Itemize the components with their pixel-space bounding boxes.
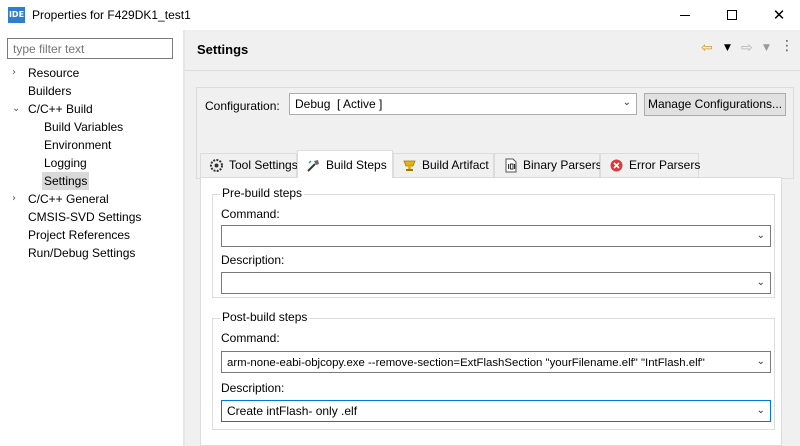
- forward-menu-icon[interactable]: ▼: [763, 43, 770, 53]
- tab-label: Error Parsers: [629, 158, 701, 172]
- tab-label: Build Steps: [326, 158, 387, 172]
- tree-item-label: C/C++ Build: [28, 102, 93, 116]
- tree-item-label: CMSIS-SVD Settings: [28, 210, 142, 224]
- tool-settings-icon: [210, 159, 223, 172]
- configuration-value: Debug [ Active ]: [295, 97, 383, 111]
- error-parsers-icon: [610, 159, 623, 172]
- tree-item-label: Build Variables: [44, 120, 124, 134]
- group-title: Pre-build steps: [220, 186, 305, 200]
- chevron-down-icon: ⌄: [622, 97, 631, 108]
- post-build-command-combo[interactable]: arm-none-eabi-objcopy.exe --remove-secti…: [221, 351, 771, 373]
- chevron-down-icon[interactable]: ⌄: [757, 405, 765, 416]
- page-header: Settings ⇦ ▼ ⇨ ▼ ⋮: [185, 30, 800, 70]
- build-artifact-icon: [403, 160, 416, 171]
- maximize-button[interactable]: [709, 0, 755, 30]
- group-title: Post-build steps: [220, 310, 310, 324]
- post-build-command-value: arm-none-eabi-objcopy.exe --remove-secti…: [227, 357, 705, 369]
- pre-build-command-combo[interactable]: ⌄: [221, 225, 771, 247]
- window-title: Properties for F429DK1_test1: [32, 8, 191, 22]
- navigation-pane: › Resource Builders ⌄ C/C++ Build Build …: [0, 30, 183, 446]
- binary-parsers-icon: [505, 158, 517, 173]
- app-icon: IDE: [8, 7, 25, 23]
- tab-label: Binary Parsers: [523, 158, 602, 172]
- pre-build-command-label: Command:: [221, 207, 280, 221]
- configuration-select[interactable]: Debug [ Active ] ⌄: [289, 93, 637, 115]
- manage-configurations-button[interactable]: Manage Configurations...: [644, 93, 786, 116]
- pre-build-description-combo[interactable]: ⌄: [221, 272, 771, 294]
- minimize-icon: [680, 14, 690, 16]
- tree-item-label: Resource: [28, 66, 80, 80]
- tab-binary-parsers[interactable]: Binary Parsers: [494, 153, 602, 177]
- title-bar: IDE Properties for F429DK1_test1 ✕: [0, 0, 800, 30]
- tree-item-label: Builders: [28, 84, 72, 98]
- back-menu-icon[interactable]: ▼: [724, 43, 731, 53]
- build-steps-panel: Pre-build steps Command: ⌄ Description: …: [200, 177, 782, 446]
- tree-item-label: Settings: [42, 172, 90, 190]
- pre-build-description-label: Description:: [221, 253, 285, 267]
- chevron-down-icon[interactable]: ⌄: [757, 277, 765, 288]
- build-steps-icon: [307, 160, 319, 172]
- pre-build-group: Pre-build steps Command: ⌄ Description: …: [212, 186, 775, 298]
- post-build-description-value: Create intFlash- only .elf: [227, 404, 358, 418]
- tab-build-artifact[interactable]: Build Artifact: [393, 153, 494, 177]
- tree-item-label: Run/Debug Settings: [28, 246, 136, 260]
- post-build-description-label: Description:: [221, 381, 285, 395]
- chevron-right-icon[interactable]: ›: [12, 64, 22, 82]
- tab-tool-settings[interactable]: Tool Settings: [200, 153, 298, 177]
- tab-build-steps[interactable]: Build Steps: [297, 150, 393, 178]
- tree-item-label: Logging: [44, 156, 87, 170]
- tab-error-parsers[interactable]: Error Parsers: [600, 153, 701, 177]
- header-separator: [185, 70, 800, 71]
- more-options-icon[interactable]: ⋮: [780, 38, 794, 54]
- configuration-label: Configuration:: [205, 99, 280, 113]
- forward-arrow-icon[interactable]: ⇨: [741, 40, 753, 56]
- chevron-right-icon[interactable]: ›: [12, 190, 22, 208]
- post-build-description-combo[interactable]: Create intFlash- only .elf ⌄: [221, 400, 771, 422]
- maximize-icon: [727, 10, 737, 20]
- post-build-command-label: Command:: [221, 331, 280, 345]
- chevron-down-icon[interactable]: ⌄: [756, 356, 765, 367]
- tree-item-label: Environment: [44, 138, 112, 152]
- chevron-down-icon[interactable]: ⌄: [12, 100, 22, 118]
- filter-input[interactable]: [7, 38, 173, 59]
- close-icon: ✕: [772, 5, 786, 24]
- post-build-group: Post-build steps Command: arm-none-eabi-…: [212, 310, 775, 430]
- tab-label: Tool Settings: [229, 158, 298, 172]
- minimize-button[interactable]: [662, 0, 708, 30]
- settings-page: Settings ⇦ ▼ ⇨ ▼ ⋮ Configuration: Debug …: [185, 30, 800, 446]
- back-arrow-icon[interactable]: ⇦: [701, 40, 713, 56]
- tree-item-label: Project References: [28, 228, 131, 242]
- close-button[interactable]: ✕: [756, 0, 800, 30]
- tree-item-label: C/C++ General: [28, 192, 109, 206]
- chevron-down-icon[interactable]: ⌄: [757, 230, 765, 241]
- tab-label: Build Artifact: [422, 158, 489, 172]
- page-title: Settings: [197, 42, 249, 57]
